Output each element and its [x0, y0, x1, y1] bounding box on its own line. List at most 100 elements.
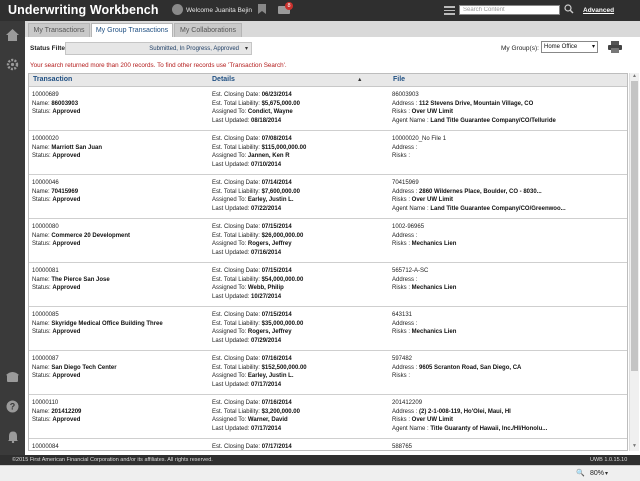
file-number[interactable]: 10000020_No File 1: [392, 135, 602, 144]
sort-ascending-icon[interactable]: ▲: [357, 77, 362, 83]
scroll-up-icon[interactable]: ▲: [631, 73, 638, 80]
app-title: Underwriting Workbench: [8, 3, 159, 17]
status-filter-select[interactable]: Submitted, In Progress, Approved ▾: [65, 42, 252, 55]
field-value: Over UW Limit: [411, 417, 454, 424]
transaction-id[interactable]: 10000046: [32, 179, 207, 188]
print-icon[interactable]: [608, 41, 622, 53]
grid-header: Transaction Details ▲ File: [29, 74, 627, 87]
file-number[interactable]: 588765: [392, 443, 602, 450]
field-value: $26,000,000.00: [261, 232, 304, 239]
transaction-id[interactable]: 10000085: [32, 311, 207, 320]
transaction-cell[interactable]: 10000080 Name: Commerce 20 Development Sta…: [32, 223, 207, 249]
column-header-file[interactable]: File: [393, 76, 405, 83]
file-number[interactable]: 70415969: [392, 179, 602, 188]
chevron-down-icon[interactable]: ▾: [605, 470, 608, 477]
file-number[interactable]: 201412209: [392, 399, 602, 408]
transaction-id[interactable]: 10000081: [32, 267, 207, 276]
tab-my-transactions[interactable]: My Transactions: [28, 23, 90, 37]
file-number[interactable]: 1002-96965: [392, 223, 602, 232]
field-value: $152,500,000.00: [261, 364, 307, 371]
column-header-details[interactable]: Details: [212, 76, 235, 83]
search-icon[interactable]: [564, 4, 574, 14]
grid-scrollbar[interactable]: ▲ ▼: [629, 73, 639, 451]
gear-icon[interactable]: [5, 57, 20, 72]
transaction-cell[interactable]: 10000087 Name: San Diego Tech Center Statu…: [32, 355, 207, 381]
table-row[interactable]: 10000085 Name: Skyridge Medical Office Bu…: [29, 307, 627, 351]
help-icon[interactable]: ?: [5, 399, 20, 414]
file-cell[interactable]: 70415969 Address : 2860 Wildernes Place, …: [392, 179, 602, 213]
table-row[interactable]: 10000080 Name: Commerce 20 Development Sta…: [29, 219, 627, 263]
file-number[interactable]: 565712-A-SC: [392, 267, 602, 276]
field-label: Agent Name :: [392, 205, 429, 212]
transaction-id[interactable]: 10000080: [32, 223, 207, 232]
column-header-transaction[interactable]: Transaction: [33, 76, 72, 83]
transaction-cell[interactable]: 10000084: [32, 443, 207, 450]
browser-status-bar: 🔍 80% ▾: [0, 465, 640, 481]
file-cell[interactable]: 643131 Address : Risks : Mechanics Lien: [392, 311, 602, 337]
field-value: $5,675,000.00: [261, 100, 300, 107]
file-cell[interactable]: 588765: [392, 443, 602, 450]
transaction-cell[interactable]: 10000085 Name: Skyridge Medical Office Bu…: [32, 311, 207, 337]
transaction-id[interactable]: 10000087: [32, 355, 207, 364]
tab-my-collaborations[interactable]: My Collaborations: [174, 23, 242, 37]
advanced-search-link[interactable]: Advanced: [583, 7, 614, 14]
bell-icon[interactable]: [5, 429, 20, 444]
field-label: Est. Closing Date:: [212, 268, 261, 274]
transaction-id[interactable]: 10000110: [32, 399, 207, 408]
file-cell[interactable]: 1002-96965 Address : Risks : Mechanics Li…: [392, 223, 602, 249]
field-label: Name:: [32, 188, 50, 195]
field-value: 70415969: [51, 188, 79, 195]
field-label: Address :: [392, 188, 418, 195]
file-number[interactable]: 643131: [392, 311, 602, 320]
avatar[interactable]: [172, 4, 183, 15]
transaction-cell[interactable]: 10000081 Name: The Pierce San Jose Status:…: [32, 267, 207, 293]
field-label: Last Updated:: [212, 161, 250, 168]
table-row[interactable]: 10000046 Name: 70415969 Status: Approved Es…: [29, 175, 627, 219]
file-cell[interactable]: 597482 Address : 9605 Scranton Road, San …: [392, 355, 602, 381]
field-value: $7,600,000.00: [261, 188, 300, 195]
zoom-icon[interactable]: 🔍: [576, 469, 585, 477]
field-label: Name:: [32, 144, 50, 151]
scroll-thumb[interactable]: [631, 81, 638, 371]
field-value: San Diego Tech Center: [51, 364, 117, 371]
table-row[interactable]: 10000084 Est. Closing Date: 07/17/2014 5…: [29, 439, 627, 450]
field-label: Est. Total Liability:: [212, 144, 260, 151]
field-label: Risks :: [392, 417, 410, 424]
table-row[interactable]: 10000087 Name: San Diego Tech Center Statu…: [29, 351, 627, 395]
file-number[interactable]: 597482: [392, 355, 602, 364]
phone-icon[interactable]: [5, 369, 20, 384]
field-label: Name:: [32, 232, 50, 239]
file-cell[interactable]: 10000020_No File 1 Address : Risks :: [392, 135, 602, 161]
menu-icon[interactable]: [444, 6, 455, 15]
transaction-id[interactable]: 10000020: [32, 135, 207, 144]
file-cell[interactable]: 565712-A-SC Address : Risks : Mechanics L…: [392, 267, 602, 293]
transaction-cell[interactable]: 10000020 Name: Marriott San Juan Status: A…: [32, 135, 207, 161]
transaction-cell[interactable]: 10000046 Name: 70415969 Status: Approved: [32, 179, 207, 205]
group-filter-select[interactable]: Home Office ▾: [541, 41, 598, 53]
bookmark-icon[interactable]: [258, 4, 266, 14]
table-row[interactable]: 10000081 Name: The Pierce San Jose Status:…: [29, 263, 627, 307]
field-label: Status:: [32, 109, 51, 116]
file-cell[interactable]: 86003903 Address : 112 Stevens Drive, Mou…: [392, 91, 602, 125]
transaction-id[interactable]: 10000689: [32, 91, 207, 100]
transaction-id[interactable]: 10000084: [32, 443, 207, 450]
table-row[interactable]: 10000020 Name: Marriott San Juan Status: A…: [29, 131, 627, 175]
file-cell[interactable]: 201412209 Address : (2) 2-1-008-119, Ho'O…: [392, 399, 602, 433]
field-value: 10/27/2014: [251, 293, 282, 300]
tab-my-group-transactions[interactable]: My Group Transactions: [91, 23, 173, 38]
field-label: Assigned To:: [212, 285, 247, 292]
table-row[interactable]: 10000110 Name: 201412209 Status: Approved E…: [29, 395, 627, 439]
zoom-level[interactable]: 80%: [590, 470, 604, 477]
search-input[interactable]: [459, 5, 560, 15]
field-label: Address :: [392, 320, 418, 327]
table-row[interactable]: 10000689 Name: 86003903 Status: Approved Es…: [29, 87, 627, 131]
field-label: Est. Closing Date:: [212, 312, 261, 318]
field-value: (2) 2-1-008-119, Ho'Olei, Maui, HI: [419, 408, 511, 415]
field-value: Warner, David: [247, 417, 288, 424]
home-icon[interactable]: [5, 27, 20, 42]
transaction-cell[interactable]: 10000689 Name: 86003903 Status: Approved: [32, 91, 207, 117]
field-label: Name:: [32, 276, 50, 283]
file-number[interactable]: 86003903: [392, 91, 602, 100]
scroll-down-icon[interactable]: ▼: [631, 443, 638, 450]
transaction-cell[interactable]: 10000110 Name: 201412209 Status: Approved: [32, 399, 207, 425]
